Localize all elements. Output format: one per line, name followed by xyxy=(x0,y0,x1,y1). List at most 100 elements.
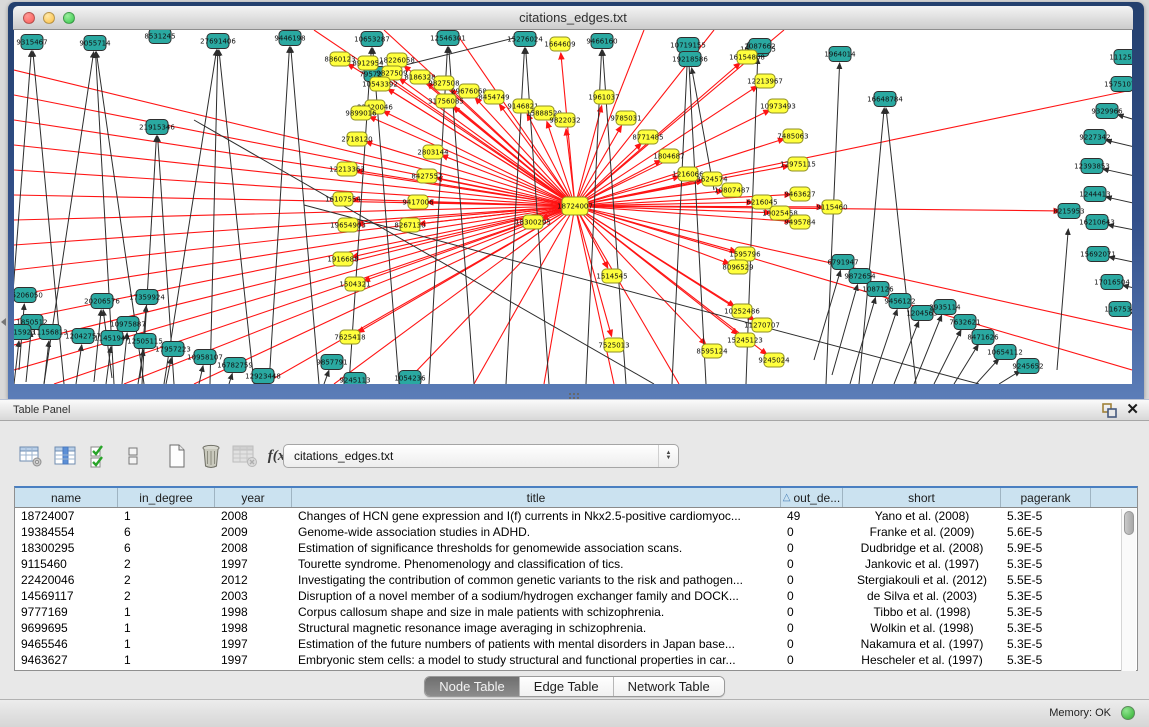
cell-short[interactable]: de Silva et al. (2003) xyxy=(843,589,1001,603)
graph-node-teal[interactable]: 16648784 xyxy=(867,92,903,107)
column-header-name[interactable]: name xyxy=(15,488,118,507)
column-header-short[interactable]: short xyxy=(843,488,1001,507)
cell-in_degree[interactable]: 1 xyxy=(118,605,215,619)
graph-node-teal[interactable]: 27691406 xyxy=(200,34,236,49)
row-height-icon[interactable] xyxy=(118,442,148,470)
graph-node-teal[interactable]: 9227342 xyxy=(1079,130,1110,145)
graph-node-teal[interactable]: 9446198 xyxy=(274,31,305,46)
cell-short[interactable]: Hescheler et al. (1997) xyxy=(843,653,1001,667)
column-header-title[interactable]: title xyxy=(292,488,781,507)
cell-title[interactable]: Disruption of a novel member of a sodium… xyxy=(292,589,781,603)
graph-node-teal[interactable]: 10654112 xyxy=(987,345,1023,360)
graph-node-teal[interactable]: 10653287 xyxy=(354,32,390,47)
table-row[interactable]: 969969511998Structural magnetic resonanc… xyxy=(15,620,1137,636)
graph-node-yellow[interactable]: 2718120 xyxy=(341,132,372,146)
graph-node-yellow[interactable]: 7525013 xyxy=(598,338,629,352)
cell-in_degree[interactable]: 6 xyxy=(118,525,215,539)
graph-edge[interactable] xyxy=(219,50,254,384)
cell-out_de[interactable]: 0 xyxy=(781,653,843,667)
graph-edge[interactable] xyxy=(832,285,858,375)
cell-title[interactable]: Investigating the contribution of common… xyxy=(292,573,781,587)
cell-short[interactable]: Nakamura et al. (1997) xyxy=(843,637,1001,651)
cell-pagerank[interactable]: 5.3E-5 xyxy=(1001,653,1091,667)
cell-name[interactable]: 9463627 xyxy=(15,653,118,667)
graph-edge[interactable] xyxy=(872,310,897,384)
cell-pagerank[interactable]: 5.5E-5 xyxy=(1001,573,1091,587)
graph-edge[interactable] xyxy=(229,374,232,384)
cell-in_degree[interactable]: 6 xyxy=(118,541,215,555)
graph-node-yellow[interactable]: 12975115 xyxy=(780,157,816,171)
graph-edge[interactable] xyxy=(324,370,329,384)
graph-node-teal[interactable]: 9055714 xyxy=(79,36,111,51)
graph-node-yellow[interactable]: 9115460 xyxy=(816,200,847,214)
graph-node-yellow[interactable]: 18724007 xyxy=(557,197,593,215)
graph-node-teal[interactable]: 12393853 xyxy=(1074,159,1110,174)
cell-short[interactable]: Yano et al. (2008) xyxy=(843,509,1001,523)
table-row[interactable]: 977716911998Corpus callosum shape and si… xyxy=(15,604,1137,620)
graph-node-teal[interactable]: 25206050 xyxy=(14,288,43,303)
table-panel-header[interactable]: Table Panel ✕ xyxy=(0,399,1149,421)
cell-pagerank[interactable]: 5.3E-5 xyxy=(1001,557,1091,571)
cell-year[interactable]: 1997 xyxy=(215,653,292,667)
cell-pagerank[interactable]: 5.3E-5 xyxy=(1001,605,1091,619)
cell-out_de[interactable]: 49 xyxy=(781,509,843,523)
cell-year[interactable]: 2009 xyxy=(215,525,292,539)
table-row[interactable]: 1872400712008Changes of HCN gene express… xyxy=(15,508,1137,524)
graph-node-teal[interactable]: 1167534 xyxy=(1104,302,1132,317)
graph-node-yellow[interactable]: 9245024 xyxy=(758,353,790,367)
graph-edge[interactable] xyxy=(14,120,575,206)
graph-edge[interactable] xyxy=(14,206,575,295)
cell-in_degree[interactable]: 2 xyxy=(118,573,215,587)
graph-node-yellow[interactable]: 8860123 xyxy=(324,52,355,66)
graph-edge[interactable] xyxy=(1057,229,1068,370)
cell-short[interactable]: Tibbo et al. (1998) xyxy=(843,605,1001,619)
graph-edge[interactable] xyxy=(363,206,575,281)
graph-node-teal[interactable]: 20206576 xyxy=(84,294,120,309)
collapse-west-panel-icon[interactable] xyxy=(1,318,6,326)
tab-network-table[interactable]: Network Table xyxy=(614,677,724,696)
graph-edge[interactable] xyxy=(166,358,171,384)
graph-edge[interactable] xyxy=(1106,140,1132,150)
graph-node-teal[interactable]: 8471626 xyxy=(967,330,999,345)
graph-node-teal[interactable]: 9466160 xyxy=(586,34,617,49)
close-panel-icon[interactable]: ✕ xyxy=(1126,402,1139,418)
cell-title[interactable]: Changes of HCN gene expression and I(f) … xyxy=(292,509,781,523)
cell-pagerank[interactable]: 5.3E-5 xyxy=(1001,589,1091,603)
graph-edge[interactable] xyxy=(44,341,49,384)
cell-title[interactable]: Embryonic stem cells: a model to study s… xyxy=(292,653,781,667)
cell-out_de[interactable]: 0 xyxy=(781,525,843,539)
graph-edge[interactable] xyxy=(886,108,916,384)
graph-node-yellow[interactable]: 8771485 xyxy=(632,130,663,144)
graph-edge[interactable] xyxy=(575,206,1132,370)
graph-edge[interactable] xyxy=(850,298,875,384)
graph-edge[interactable] xyxy=(373,48,399,384)
cell-out_de[interactable]: 0 xyxy=(781,605,843,619)
cell-out_de[interactable]: 0 xyxy=(781,557,843,571)
cell-name[interactable]: 18724007 xyxy=(15,509,118,523)
network-window[interactable]: citations_edges.txt 93154679055714853124… xyxy=(8,2,1144,399)
graph-edge[interactable] xyxy=(291,47,319,384)
table-row[interactable]: 946362711997Embryonic stem cells: a mode… xyxy=(15,652,1137,668)
network-canvas[interactable]: 9315467905571485312452769140694461981065… xyxy=(14,30,1132,384)
table-row[interactable]: 1456911722003Disruption of a novel membe… xyxy=(15,588,1137,604)
graph-edge[interactable] xyxy=(914,315,942,384)
column-header-in_degree[interactable]: in_degree xyxy=(118,488,215,507)
graph-node-yellow[interactable]: 10973493 xyxy=(760,99,796,113)
graph-node-yellow[interactable]: 18226058 xyxy=(379,53,415,67)
graph-node-teal[interactable]: 9857791 xyxy=(316,355,347,370)
graph-node-teal[interactable]: 6791947 xyxy=(827,255,858,270)
cell-in_degree[interactable]: 2 xyxy=(118,589,215,603)
graph-edge[interactable] xyxy=(1118,115,1132,125)
graph-edge[interactable] xyxy=(999,371,1020,384)
graph-edge[interactable] xyxy=(954,345,978,384)
graph-node-teal[interactable]: 15692071 xyxy=(1080,247,1116,262)
table-row[interactable]: 911546021997Tourette syndrome. Phenomeno… xyxy=(15,556,1137,572)
cell-out_de[interactable]: 0 xyxy=(781,541,843,555)
cell-pagerank[interactable]: 5.6E-5 xyxy=(1001,525,1091,539)
cell-pagerank[interactable]: 5.3E-5 xyxy=(1001,621,1091,635)
graph-node-teal[interactable]: 2935114 xyxy=(929,300,961,315)
network-view[interactable]: 9315467905571485312452769140694461981065… xyxy=(14,30,1132,384)
scrollbar-thumb[interactable] xyxy=(1124,511,1134,535)
cell-title[interactable]: Structural magnetic resonance image aver… xyxy=(292,621,781,635)
graph-node-yellow[interactable]: 7625418 xyxy=(334,330,365,344)
